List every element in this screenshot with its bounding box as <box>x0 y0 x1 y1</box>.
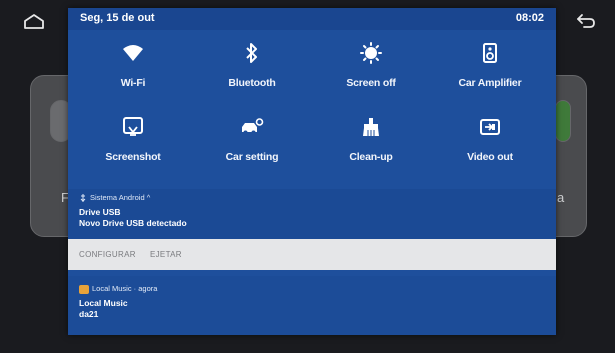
tile-label: Car setting <box>225 151 279 163</box>
home-icon <box>24 14 44 29</box>
notification-title: Local Music <box>79 298 128 308</box>
home-button[interactable] <box>14 7 54 35</box>
tile-label: Video out <box>467 151 513 163</box>
notification-local-music[interactable]: Local Music · agora Local Music da21 <box>68 276 556 335</box>
back-arrow-icon <box>577 14 595 28</box>
tile-screen-off[interactable]: Screen off <box>316 41 426 101</box>
broom-icon <box>359 115 383 139</box>
video-out-icon <box>478 115 502 139</box>
notification-title: Drive USB <box>79 207 121 217</box>
tile-label: Screen off <box>346 77 396 89</box>
car-settings-icon <box>240 115 264 139</box>
tile-label: Clean-up <box>349 151 393 163</box>
notification-app-name: Sistema Android <box>90 193 145 202</box>
tile-wifi[interactable]: Wi-Fi <box>78 41 188 101</box>
tile-label: Screenshot <box>105 151 161 163</box>
expand-chevron-icon[interactable]: ^ <box>147 193 151 202</box>
tile-label: Bluetooth <box>228 77 276 89</box>
back-button[interactable] <box>566 7 606 35</box>
notification-text: da21 <box>79 309 99 319</box>
background-widget-right <box>555 100 571 142</box>
background-text-right: a <box>557 190 565 205</box>
status-time: 08:02 <box>515 12 544 24</box>
screenshot-icon <box>121 115 145 139</box>
notification-app-name: Local Music · agora <box>92 284 158 293</box>
eject-button[interactable]: EJETAR <box>150 250 182 259</box>
tile-label: Wi-Fi <box>120 77 146 89</box>
notification-header: Sistema Android ^ <box>79 193 151 203</box>
tile-bluetooth[interactable]: Bluetooth <box>197 41 307 101</box>
status-bar: Seg, 15 de out 08:02 <box>68 8 556 30</box>
tile-clean-up[interactable]: Clean-up <box>316 115 426 175</box>
tile-car-amplifier[interactable]: Car Amplifier <box>435 41 545 101</box>
notification-header: Local Music · agora <box>79 284 157 294</box>
tile-label: Car Amplifier <box>458 77 522 89</box>
screen-off-icon <box>359 41 383 65</box>
wifi-icon <box>121 41 145 65</box>
speaker-icon <box>478 41 502 65</box>
tile-car-setting[interactable]: Car setting <box>197 115 307 175</box>
android-icon <box>80 194 86 203</box>
notification-actions: CONFIGURAR EJETAR <box>68 239 556 270</box>
tile-video-out[interactable]: Video out <box>435 115 545 175</box>
configure-button[interactable]: CONFIGURAR <box>79 250 136 259</box>
notification-usb-drive[interactable]: Sistema Android ^ Drive USB Novo Drive U… <box>68 189 556 239</box>
music-app-icon <box>79 284 89 294</box>
notification-shade: Seg, 15 de out 08:02 Wi-Fi Bluetooth Scr… <box>68 8 556 335</box>
bluetooth-icon <box>240 41 264 65</box>
notification-text: Novo Drive USB detectado <box>79 218 187 228</box>
status-date: Seg, 15 de out <box>80 12 155 24</box>
tile-screenshot[interactable]: Screenshot <box>78 115 188 175</box>
